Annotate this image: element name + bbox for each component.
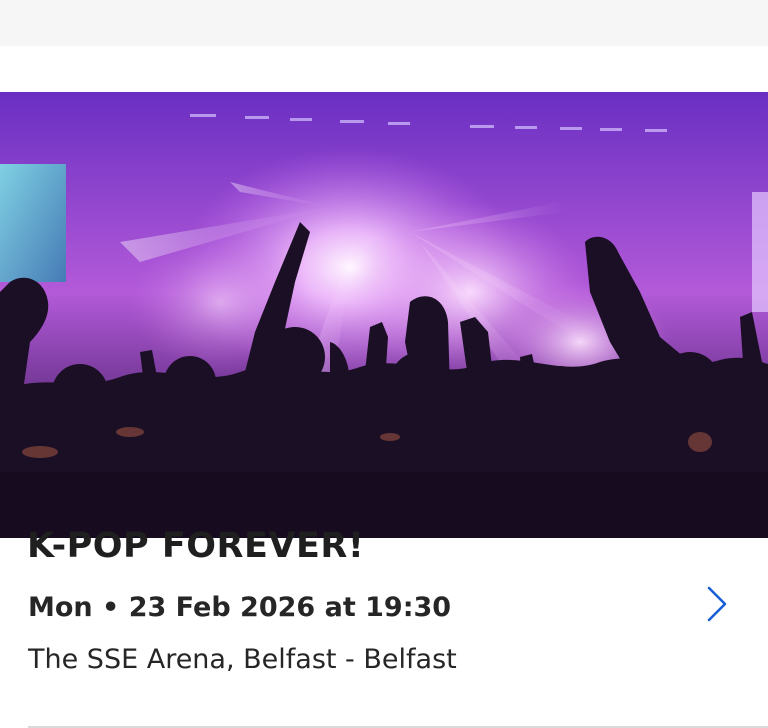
event-card[interactable] (0, 46, 768, 726)
event-date: Mon • 23 Feb 2026 at 19:30 (28, 592, 452, 623)
event-venue: The SSE Arena, Belfast - Belfast (28, 644, 457, 675)
top-bar (0, 0, 768, 46)
event-title: K-POP FOREVER! (27, 526, 365, 566)
event-image (0, 92, 768, 538)
chevron-right-icon[interactable] (700, 584, 732, 624)
concert-photo (0, 92, 768, 538)
